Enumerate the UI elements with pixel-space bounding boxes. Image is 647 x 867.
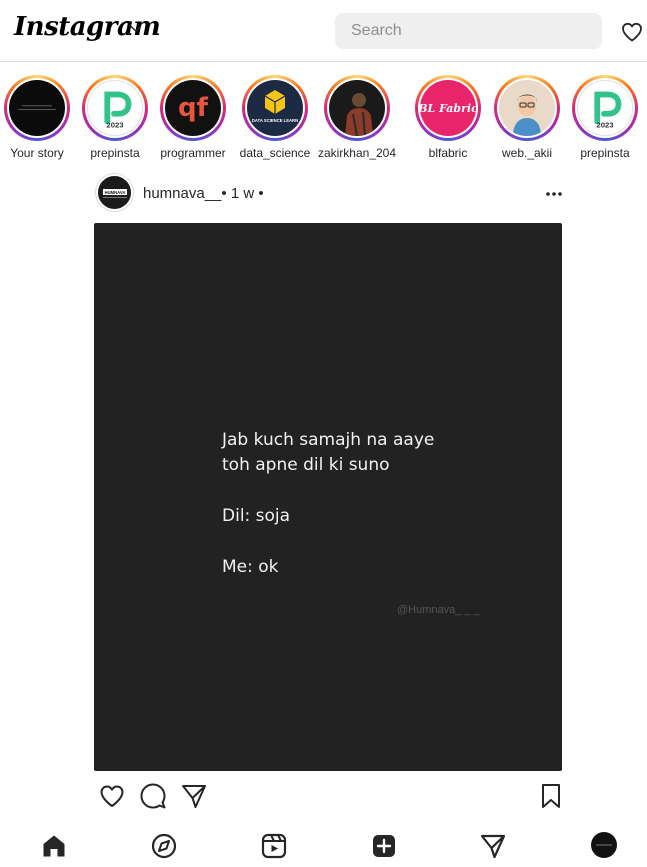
story-label: programmer xyxy=(160,146,226,160)
story-label: blfabric xyxy=(428,146,468,160)
story-item[interactable]: DATA SCIENCE LEARN data_science xyxy=(235,75,315,160)
data-science-logo-text: DATA SCIENCE LEARN xyxy=(252,118,298,123)
post-text-gap xyxy=(222,529,434,555)
story-label: zakirkhan_204 xyxy=(317,146,397,160)
story-label: Your story xyxy=(10,146,64,160)
story-item[interactable]: qf programmer xyxy=(153,75,233,160)
chevron-down-icon[interactable] xyxy=(127,20,145,38)
story-item[interactable]: BL Fabric blfabric xyxy=(408,75,488,160)
story-item[interactable]: web._akii xyxy=(487,75,567,160)
post-text-line: Jab kuch samajh na aaye xyxy=(222,430,435,450)
prepinsta-logo-icon: 2023 xyxy=(87,80,143,136)
story-ring xyxy=(494,75,560,141)
more-options-icon[interactable] xyxy=(544,187,564,201)
stories-tray: Your story 2023 prepinsta qf programmer … xyxy=(0,75,647,165)
story-item[interactable]: 2023 prepinsta xyxy=(75,75,155,160)
story-label: web._akii xyxy=(501,146,553,160)
prepinsta-logo-icon: 2023 xyxy=(577,80,633,136)
profile-avatar[interactable] xyxy=(591,832,617,858)
story-ring: 2023 xyxy=(572,75,638,141)
top-bar: Instagram xyxy=(0,0,647,62)
share-send-icon[interactable] xyxy=(180,782,208,810)
story-item[interactable]: 2023 prepinsta xyxy=(565,75,645,160)
person-photo-icon xyxy=(329,80,385,136)
post-actions xyxy=(98,782,564,810)
story-ring: DATA SCIENCE LEARN xyxy=(242,75,308,141)
create-icon[interactable] xyxy=(370,832,398,860)
story-ring xyxy=(4,75,70,141)
story-item[interactable]: zakirkhan_204 xyxy=(317,75,397,160)
post-caption-text: Jab kuch samajh na aaye toh apne dil ki … xyxy=(222,428,434,580)
story-ring: BL Fabric xyxy=(415,75,481,141)
post-text-line: Me: ok xyxy=(222,557,279,577)
save-bookmark-icon[interactable] xyxy=(537,782,565,810)
story-label: data_science xyxy=(239,146,311,160)
story-ring: qf xyxy=(160,75,226,141)
post-username[interactable]: humnava__ xyxy=(143,185,221,202)
post-time: • 1 w • xyxy=(221,185,264,202)
story-label: prepinsta xyxy=(90,146,140,160)
notifications-heart-icon[interactable] xyxy=(620,20,644,44)
blfabric-logo-text: BL Fabric xyxy=(420,102,476,115)
post-avatar[interactable]: HUMNAVA xyxy=(96,174,133,211)
story-badge: 2023 xyxy=(596,120,613,129)
post-watermark: @Humnava_ _ _ xyxy=(397,604,480,616)
story-ring xyxy=(324,75,390,141)
post-header: HUMNAVA humnava__• 1 w • xyxy=(96,174,566,212)
story-item[interactable]: Your story xyxy=(0,75,77,160)
programmer-logo-text: qf xyxy=(178,93,209,123)
story-badge: 2023 xyxy=(106,120,123,129)
story-ring: 2023 xyxy=(82,75,148,141)
post-text-line: toh apne dil ki suno xyxy=(222,455,390,475)
bottom-navigation xyxy=(0,830,647,867)
explore-icon[interactable] xyxy=(150,832,178,860)
programmer-logo-icon: qf xyxy=(165,80,221,136)
dark-text-avatar-icon xyxy=(9,80,65,136)
post-user-line: humnava__• 1 w • xyxy=(143,185,264,202)
direct-icon[interactable] xyxy=(479,832,507,860)
search-input[interactable] xyxy=(335,13,602,49)
post-text-gap xyxy=(222,478,434,504)
post-avatar-text: HUMNAVA xyxy=(104,189,125,194)
reels-icon[interactable] xyxy=(260,832,288,860)
like-heart-icon[interactable] xyxy=(98,782,126,810)
post-text-line: Dil: soja xyxy=(222,506,291,526)
story-label: prepinsta xyxy=(580,146,630,160)
post-image[interactable]: Jab kuch samajh na aaye toh apne dil ki … xyxy=(94,223,562,771)
data-science-logo-icon: DATA SCIENCE LEARN xyxy=(247,80,303,136)
comment-icon[interactable] xyxy=(139,782,167,810)
blfabric-logo-icon: BL Fabric xyxy=(420,80,476,136)
home-icon[interactable] xyxy=(40,832,68,860)
cartoon-avatar-icon xyxy=(499,80,555,136)
